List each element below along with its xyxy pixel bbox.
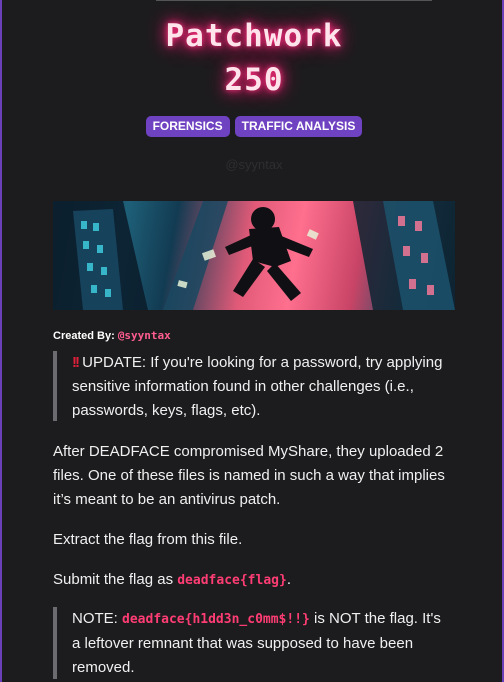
description-paragraph: After DEADFACE compromised MyShare, they… [53, 443, 445, 508]
challenge-banner-image [53, 201, 455, 310]
note-prefix: NOTE: [72, 610, 123, 627]
double-exclamation-icon: !! [72, 354, 80, 371]
faded-author: @syyntax [225, 157, 283, 172]
update-text: UPDATE: If you're looking for a password… [72, 354, 443, 419]
created-by-label: Created By: [53, 330, 115, 342]
created-by: Created By: @syyntax [53, 329, 171, 342]
challenge-points: 250 [224, 62, 284, 98]
instruction-paragraph: Extract the flag from this file. [53, 531, 243, 548]
flag-format-code: deadface{flag} [177, 573, 287, 588]
flag-format-paragraph: Submit the flag as deadface{flag}. [53, 568, 455, 593]
challenge-title: Patchwork [165, 18, 343, 54]
update-blockquote: !! UPDATE: If you're looking for a passw… [53, 351, 453, 421]
banner-illustration [53, 201, 455, 310]
note-fake-flag: deadface{h1dd3n_c0mm$!!} [122, 612, 310, 627]
divider [156, 0, 432, 1]
tag-list: FORENSICS TRAFFIC ANALYSIS [2, 116, 504, 137]
flag-format-suffix: . [286, 571, 291, 588]
flag-format-prefix: Submit the flag as [53, 571, 178, 588]
author-link[interactable]: @syyntax [118, 329, 171, 342]
challenge-modal: Patchwork 250 FORENSICS TRAFFIC ANALYSIS… [0, 0, 504, 682]
runner-figure [225, 207, 313, 301]
tag-forensics[interactable]: FORENSICS [145, 116, 230, 137]
note-blockquote: NOTE: deadface{h1dd3n_c0mm$!!} is NOT th… [53, 607, 453, 679]
tag-traffic-analysis[interactable]: TRAFFIC ANALYSIS [234, 116, 363, 137]
